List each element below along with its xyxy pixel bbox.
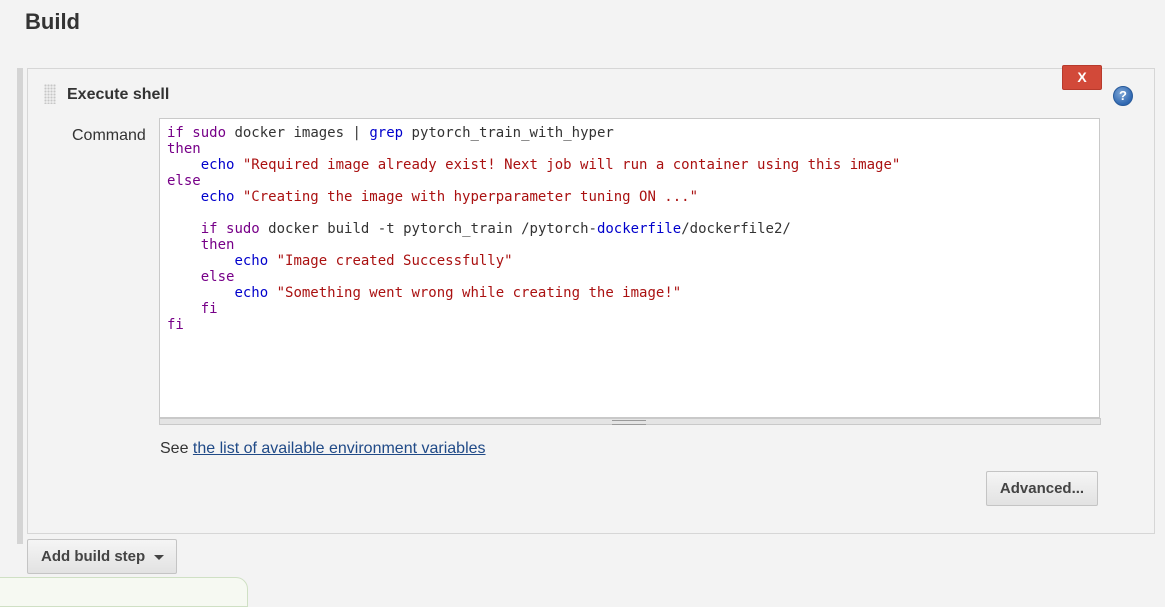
delete-step-button[interactable]: X [1062,65,1102,90]
bottom-panel-tab [0,577,248,607]
env-vars-link[interactable]: the list of available environment variab… [193,440,486,457]
code-line: else [200,269,235,285]
env-vars-help-text: See the list of available environment va… [160,440,486,458]
env-vars-prefix: See [160,440,189,457]
command-editor[interactable]: if sudo docker images | grep pytorch_tra… [159,118,1100,418]
code-line: echo "Required image already exist! Next… [200,157,901,173]
command-code: if sudo docker images | grep pytorch_tra… [160,119,1099,333]
advanced-button[interactable]: Advanced... [986,471,1098,506]
resize-grip-icon [612,420,646,425]
code-line: if sudo docker build -t pytorch_train /p… [200,221,791,237]
drag-handle-icon[interactable] [44,84,56,104]
code-line: fi [167,317,184,333]
editor-resize-handle[interactable] [159,418,1101,425]
code-line: then [167,141,201,157]
code-line: if sudo docker images | grep pytorch_tra… [167,125,614,141]
help-icon[interactable]: ? [1113,86,1133,106]
step-title: Execute shell [67,86,170,103]
code-line: fi [200,301,218,317]
section-title-build: Build [25,9,80,34]
add-build-step-button[interactable]: Add build step [27,539,177,574]
add-build-step-label: Add build step [41,548,146,565]
code-line: then [200,237,235,253]
caret-down-icon [154,555,164,560]
code-line: echo "Something went wrong while creatin… [234,285,682,301]
section-left-bar [17,68,23,544]
code-line: else [167,173,201,189]
code-line: echo "Image created Successfully" [234,253,513,269]
code-line: echo "Creating the image with hyperparam… [200,189,699,205]
command-label: Command [72,127,146,144]
